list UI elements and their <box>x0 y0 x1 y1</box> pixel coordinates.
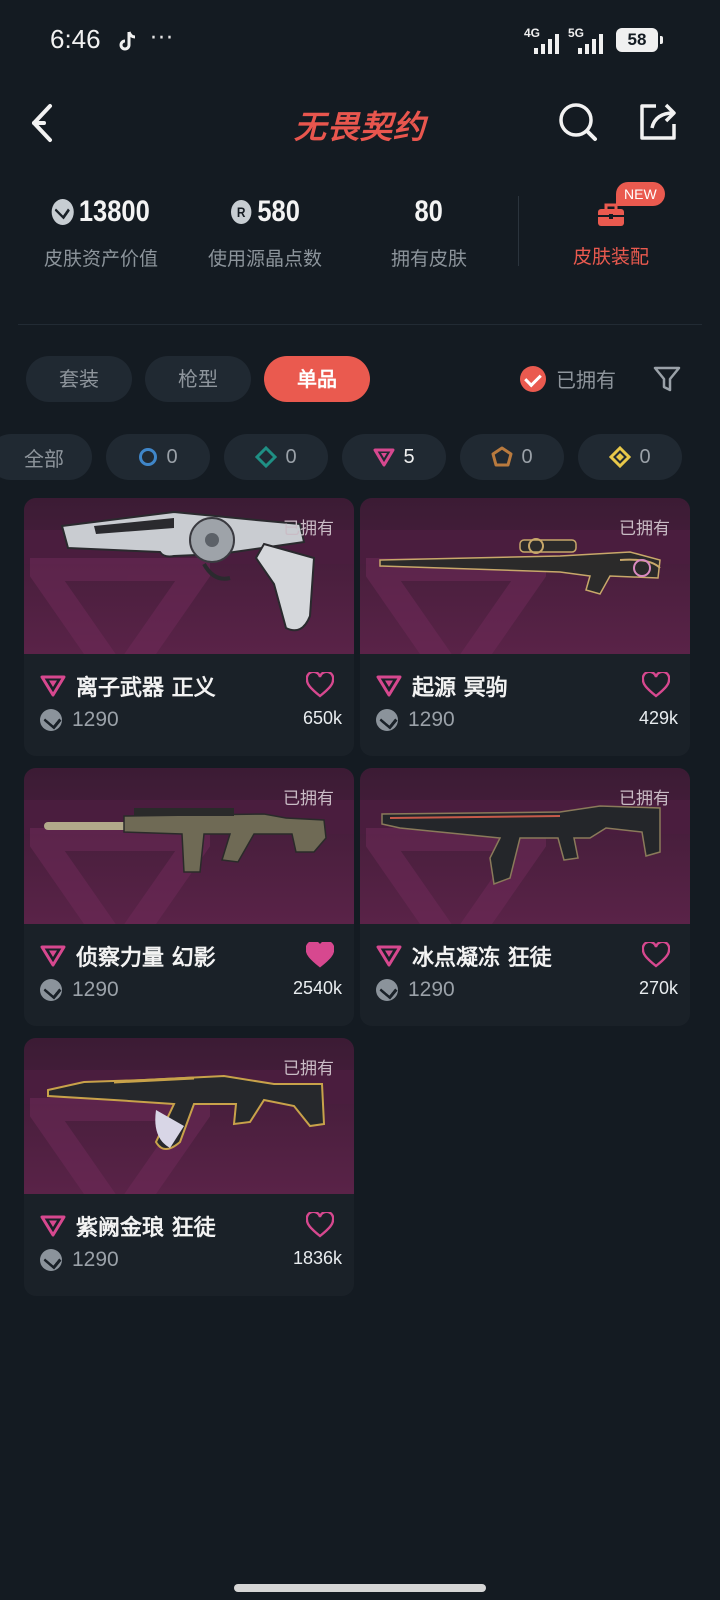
chip-ultra[interactable]: 0 <box>460 434 564 480</box>
skin-card[interactable]: 已拥有 紫阙金琅 狂徒 1290 1836k <box>24 1038 354 1296</box>
filter-icon[interactable] <box>652 364 682 394</box>
owned-label: 已拥有 <box>283 519 334 539</box>
chip-deluxe[interactable]: 0 <box>224 434 328 480</box>
share-icon[interactable] <box>636 100 680 144</box>
header: 无畏契约 <box>0 84 720 164</box>
deluxe-tier-icon <box>255 446 278 468</box>
asset-stats: 13800 皮肤资产价值 R 580 使用源晶点数 80 拥有皮肤 皮肤装配 <box>0 188 720 288</box>
tab-weapon-type[interactable]: 枪型 <box>145 356 251 402</box>
premium-tier-icon <box>40 1215 66 1237</box>
ultra-tier-icon <box>491 446 513 467</box>
owned-label: 已拥有 <box>619 519 670 539</box>
home-indicator[interactable] <box>234 1584 486 1592</box>
premium-tier-icon <box>40 675 66 697</box>
like-count: 270k <box>638 978 678 998</box>
skin-image: 已拥有 <box>360 768 690 924</box>
like-count: 2540k <box>292 978 342 998</box>
like-count: 429k <box>638 708 678 728</box>
vp-icon <box>40 979 62 1001</box>
heart-icon[interactable] <box>306 672 334 698</box>
vp-icon <box>40 709 62 731</box>
stat-asset-value: 13800 皮肤资产价值 <box>43 195 158 270</box>
owned-label: 已拥有 <box>619 789 670 809</box>
premium-tier-icon <box>376 945 402 967</box>
vp-icon <box>40 1249 62 1271</box>
premium-tier-icon <box>376 675 402 697</box>
owned-filter-label: 已拥有 <box>556 368 616 392</box>
like-count: 1836k <box>292 1248 342 1268</box>
svg-text:R: R <box>237 204 246 220</box>
search-icon[interactable] <box>556 100 600 144</box>
skin-image: 已拥有 <box>24 768 354 924</box>
skin-name: 冰点凝冻 狂徒 <box>412 946 552 971</box>
skin-price: 1290 <box>72 708 119 731</box>
skin-price: 1290 <box>408 708 455 731</box>
app-logo: 无畏契约 <box>293 108 426 146</box>
tab-single-item[interactable]: 单品 <box>264 356 370 402</box>
chip-all[interactable]: 全部 <box>0 434 92 480</box>
checkbox-checked-icon[interactable] <box>520 365 546 392</box>
skin-price: 1290 <box>72 1248 119 1271</box>
heart-icon[interactable] <box>642 942 670 968</box>
vp-icon <box>376 979 398 1001</box>
status-bar: 6:46 ··· 4G 5G 58 <box>0 0 720 84</box>
skin-price: 1290 <box>72 978 119 1001</box>
tab-set[interactable]: 套装 <box>26 356 132 402</box>
chip-select[interactable]: 0 <box>106 434 210 480</box>
select-tier-icon <box>139 448 158 466</box>
skin-card[interactable]: 已拥有 起源 冥驹 1290 429k <box>360 498 690 756</box>
radianite-icon: R <box>230 200 252 224</box>
heart-icon[interactable] <box>642 672 670 698</box>
owned-label: 已拥有 <box>283 789 334 809</box>
skin-name: 侦察力量 幻影 <box>76 946 216 971</box>
skin-name: 离子武器 正义 <box>76 676 216 701</box>
skin-image: 已拥有 <box>24 498 354 654</box>
like-count: 650k <box>302 708 342 728</box>
status-time: 6:46 <box>50 24 101 54</box>
tiktok-icon <box>119 31 136 51</box>
heart-icon[interactable] <box>306 1212 334 1238</box>
signal-4g-icon: 4G <box>524 26 564 54</box>
chip-premium[interactable]: 5 <box>342 434 446 480</box>
skin-name: 紫阙金琅 狂徒 <box>76 1216 216 1241</box>
skin-card[interactable]: 已拥有 离子武器 正义 1290 650k <box>24 498 354 756</box>
chip-exclusive[interactable]: 0 <box>578 434 682 480</box>
heart-icon[interactable] <box>306 942 334 968</box>
rarity-filter: 全部 0 0 5 0 0 <box>0 434 720 480</box>
skin-image: 已拥有 <box>24 1038 354 1194</box>
new-badge: NEW <box>616 182 665 206</box>
stat-radianite: R 580 使用源晶点数 <box>207 195 322 270</box>
divider <box>18 324 702 325</box>
skin-card[interactable]: 已拥有 侦察力量 幻影 1290 2540k <box>24 768 354 1026</box>
stat-owned-skins: 80 拥有皮肤 <box>390 195 467 270</box>
owned-filter-toggle[interactable]: 已拥有 <box>520 364 616 393</box>
skin-card[interactable]: 已拥有 冰点凝冻 狂徒 1290 270k <box>360 768 690 1026</box>
signal-5g-icon: 5G <box>568 26 608 54</box>
skin-image: 已拥有 <box>360 498 690 654</box>
skin-name: 起源 冥驹 <box>412 676 508 701</box>
premium-tier-icon <box>373 448 395 467</box>
divider <box>518 196 519 266</box>
vp-icon <box>376 709 398 731</box>
skin-price: 1290 <box>408 978 455 1001</box>
owned-label: 已拥有 <box>283 1059 334 1079</box>
exclusive-tier-icon <box>609 446 632 468</box>
more-notifications-icon: ··· <box>150 26 174 51</box>
vp-icon <box>51 199 75 225</box>
battery-icon: 58 <box>616 28 663 52</box>
premium-tier-icon <box>40 945 66 967</box>
